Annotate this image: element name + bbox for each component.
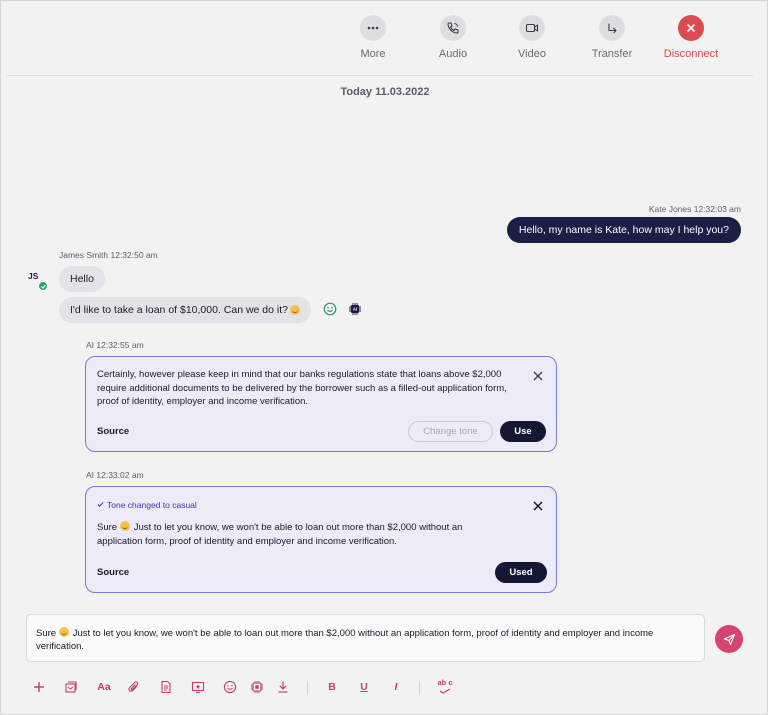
customer-message-bubble: I'd like to take a loan of $10,000. Can … [59,297,311,323]
ai-suggestion-meta: AI 12:33:02 am [86,470,144,480]
message-input-text-start: Sure [36,628,57,639]
more-icon [360,15,386,41]
disconnect-label: Disconnect [663,48,719,60]
close-icon [678,15,704,41]
font-label: Aa [97,681,111,693]
customer-message-bubble: Hello [59,266,105,292]
source-link[interactable]: Source [97,567,129,578]
ai-suggestion-text-rest: Just to let you know, we won't be able t… [97,522,463,547]
ai-suggestion-text: Certainly, however please keep in mind t… [97,369,507,407]
emoji-icon[interactable] [222,679,238,695]
underline-label: U [360,681,368,693]
audio-label: Audio [438,48,468,60]
ai-suggestion-card: Tone changed to casual Sure Just to let … [85,486,557,593]
font-icon[interactable]: Aa [95,679,113,695]
transfer-button[interactable]: Transfer [577,15,647,60]
toolbar-divider [307,681,308,695]
video-button[interactable]: Video [497,15,567,60]
tone-changed-note: Tone changed to casual [97,500,197,510]
send-button[interactable] [715,625,743,653]
close-icon[interactable] [532,369,544,381]
tone-note-label: Tone changed to casual [107,500,197,510]
ai-suggestion-text-start: Sure [97,522,118,533]
download-icon[interactable] [275,679,291,695]
bold-label: B [328,681,336,693]
ai-suggestion-meta: AI 12:32:55 am [86,340,144,350]
disconnect-button[interactable]: Disconnect [656,15,726,60]
transfer-label: Transfer [591,48,633,60]
send-icon [723,633,735,645]
template-icon[interactable] [63,679,79,695]
change-tone-button[interactable]: Change tone [408,421,493,442]
italic-label: I [394,681,398,693]
toolbar-divider [7,75,753,76]
smile-emoji-icon [120,521,131,531]
plus-icon[interactable] [31,679,47,695]
video-label: Video [518,48,546,60]
audio-button[interactable]: Audio [418,15,488,60]
smile-emoji-icon [59,627,70,637]
smile-emoji-icon [289,305,300,315]
customer-message-meta: James Smith 12:32:50 am [59,250,158,260]
agent-message-bubble: Hello, my name is Kate, how may I help y… [506,217,741,243]
customer-message-text: I'd like to take a loan of $10,000. Can … [70,304,288,316]
svg-text:AI: AI [353,307,357,312]
screen-share-icon[interactable] [190,679,206,695]
ai-suggestion-text: Sure Just to let you know, we won't be a… [97,521,507,548]
spellcheck-icon[interactable]: ab c [436,679,454,695]
call-toolbar: More Audio Video Transfer Disconnect [1,1,768,75]
source-link[interactable]: Source [97,426,129,437]
message-input[interactable]: Sure Just to let you know, we won't be a… [26,614,705,662]
verified-check-icon [38,281,48,291]
close-icon[interactable] [532,499,544,511]
date-separator: Today 11.03.2022 [340,86,430,98]
transfer-icon [599,15,625,41]
ai-chip-icon[interactable] [249,679,265,695]
check-icon [97,501,104,508]
ai-chip-icon[interactable]: AI [348,302,362,316]
attachment-icon[interactable] [126,679,142,695]
spellcheck-check-icon [439,688,451,694]
italic-icon[interactable]: I [388,679,404,695]
ai-suggestion-card: Certainly, however please keep in mind t… [85,356,557,452]
chat-window: More Audio Video Transfer Disconnect Tod… [0,0,768,715]
underline-icon[interactable]: U [356,679,372,695]
phone-icon [440,15,466,41]
document-icon[interactable] [158,679,174,695]
formatting-toolbar: Aa B U I ab c [1,679,768,697]
smile-icon[interactable] [323,302,337,316]
toolbar-divider [419,681,420,695]
bold-icon[interactable]: B [324,679,340,695]
message-input-text[interactable]: Sure Just to let you know, we won't be a… [36,627,686,653]
use-button[interactable]: Use [500,421,546,442]
more-label: More [360,48,386,60]
used-button[interactable]: Used [495,562,547,583]
spellcheck-label: ab c [437,678,453,687]
more-button[interactable]: More [338,15,408,60]
message-input-text-rest: Just to let you know, we won't be able t… [36,628,654,652]
agent-message-meta: Kate Jones 12:32:03 am [648,204,741,214]
video-icon [519,15,545,41]
